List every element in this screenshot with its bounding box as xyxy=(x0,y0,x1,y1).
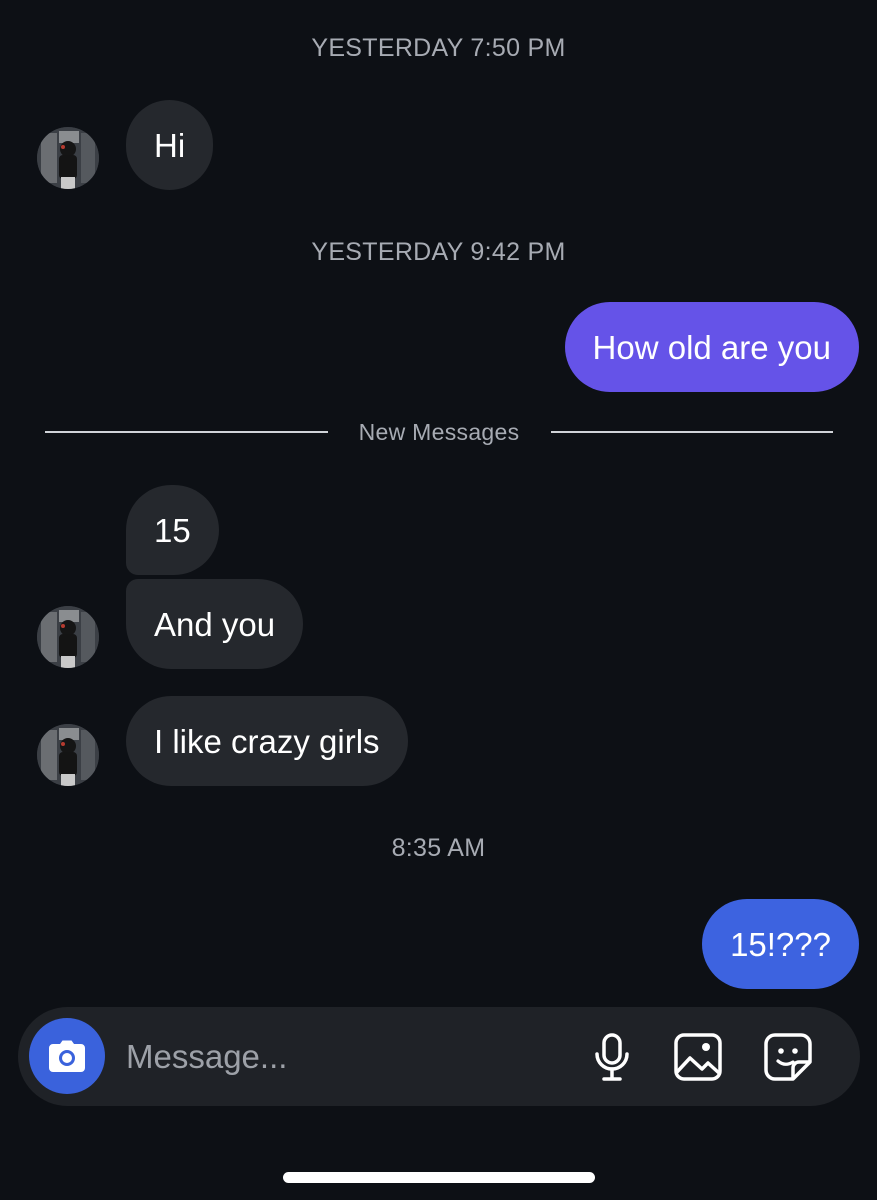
sender-avatar[interactable] xyxy=(37,127,99,189)
message-bubble-incoming[interactable]: And you xyxy=(126,579,304,669)
timestamp: YESTERDAY 7:50 PM xyxy=(311,34,566,62)
sticker-button[interactable] xyxy=(762,1031,814,1083)
home-indicator xyxy=(283,1172,595,1183)
divider-line-right xyxy=(551,431,833,433)
sender-avatar[interactable] xyxy=(37,606,99,668)
avatar-photo xyxy=(37,127,99,189)
message-bubble-incoming[interactable]: 15 xyxy=(126,485,219,575)
new-messages-divider: New Messages xyxy=(45,418,833,446)
sticker-icon xyxy=(764,1033,812,1081)
message-bubble-incoming[interactable]: Hi xyxy=(126,100,214,190)
timestamp: 8:35 AM xyxy=(391,834,486,862)
message-input[interactable] xyxy=(126,1037,566,1077)
timestamp: YESTERDAY 9:42 PM xyxy=(311,238,566,266)
message-bubble-outgoing[interactable]: How old are you xyxy=(564,302,859,392)
gallery-icon xyxy=(674,1033,722,1081)
voice-message-button[interactable] xyxy=(586,1031,638,1083)
microphone-icon xyxy=(595,1033,629,1081)
message-bubble-outgoing[interactable]: 15!??? xyxy=(702,899,859,989)
camera-button[interactable] xyxy=(29,1018,105,1094)
sender-avatar[interactable] xyxy=(37,724,99,786)
avatar-photo xyxy=(37,724,99,786)
message-bubble-incoming[interactable]: I like crazy girls xyxy=(126,696,408,786)
camera-icon xyxy=(49,1040,85,1072)
avatar-photo xyxy=(37,606,99,668)
gallery-button[interactable] xyxy=(672,1031,724,1083)
message-composer xyxy=(18,1007,860,1106)
